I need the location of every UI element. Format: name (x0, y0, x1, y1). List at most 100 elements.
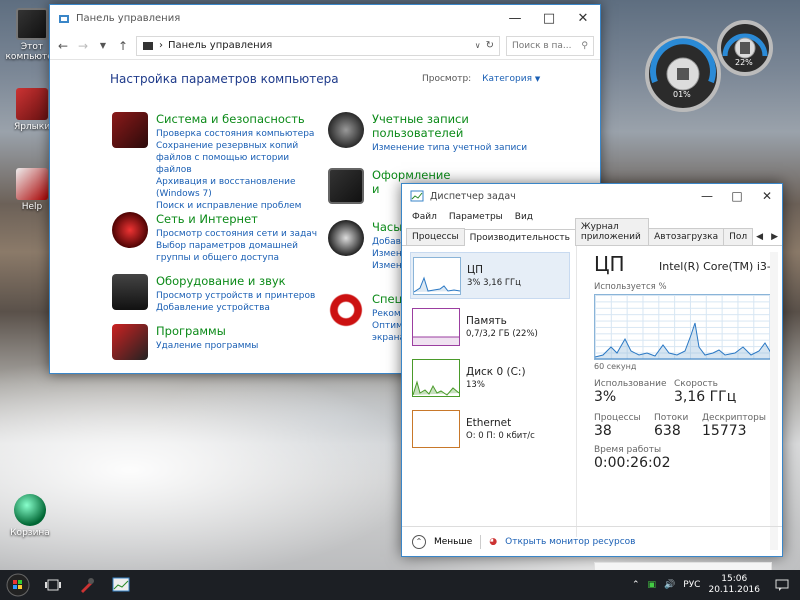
view-by-dropdown[interactable]: Категория (482, 74, 532, 84)
task-manager-window: Диспетчер задач — □ ✕ Файл Параметры Вид… (401, 183, 783, 572)
fewer-details-button[interactable]: Меньше (434, 537, 472, 547)
resource-name: Ethernet (466, 416, 512, 429)
chevron-up-icon[interactable]: ⌃ (632, 580, 640, 590)
cpu-meter-gadget[interactable]: 01% 22% (637, 16, 777, 112)
clock[interactable]: 15:06 20.11.2016 (708, 574, 760, 596)
resource-list: ЦП 3% 3,16 ГГц Память 0,7/3,2 ГБ (22%) Дис… (410, 252, 570, 452)
tab-bar: Процессы Производительность Журнал прило… (402, 218, 782, 246)
panel-divider[interactable] (576, 246, 577, 537)
category-title[interactable]: Оборудование и звук (156, 274, 315, 288)
close-button[interactable]: ✕ (566, 5, 600, 32)
cpu-usage-graph (594, 294, 772, 360)
open-resource-monitor-link[interactable]: Открыть монитор ресурсов (505, 537, 635, 547)
minimize-button[interactable]: — (498, 5, 532, 32)
programs-icon (112, 324, 148, 360)
category-link[interactable]: Выбор параметров домашней группы и общег… (156, 240, 322, 264)
resource-item-memory[interactable]: Память 0,7/3,2 ГБ (22%) (410, 303, 570, 350)
cpu-stats: Использование Скорость 3% 3,16 ГГц (594, 379, 779, 409)
notification-icon (775, 579, 789, 591)
tab-scroll-left-icon[interactable]: ◀ (752, 229, 767, 245)
category-link[interactable]: Поиск и исправление проблем (156, 200, 322, 212)
category-link[interactable]: Просмотр состояния сети и задач (156, 228, 322, 240)
category-link[interactable]: Просмотр устройств и принтеров (156, 290, 315, 302)
handles-label: Дескрипторы (702, 413, 766, 423)
window-title: Панель управления (76, 13, 181, 24)
task-manager-icon (410, 190, 424, 202)
volume-icon[interactable]: 🔊 (664, 580, 675, 590)
input-language[interactable]: РУС (683, 580, 700, 590)
breadcrumb[interactable]: Панель управления (168, 40, 272, 51)
notifications-button[interactable] (768, 570, 796, 600)
task-view-icon (45, 579, 61, 591)
category-link[interactable]: Добавление устройства (156, 302, 315, 314)
category-link[interactable]: Сохранение резервных копий файлов с помо… (156, 140, 322, 176)
resource-name: Диск 0 (C:) (466, 365, 526, 378)
control-panel-titlebar[interactable]: Панель управления — □ ✕ (50, 5, 600, 32)
category-title[interactable]: Система и безопасность (156, 112, 322, 126)
chevron-down-icon[interactable]: ▼ (535, 75, 540, 83)
address-bar[interactable]: › Панель управления ∨ ↻ (136, 35, 500, 56)
taskbar-app-control-panel[interactable] (70, 570, 104, 600)
category-link[interactable]: Архивация и восстановление (Windows 7) (156, 176, 322, 200)
search-input[interactable]: Поиск в па... ⚲ (506, 35, 594, 56)
resource-item-cpu[interactable]: ЦП 3% 3,16 ГГц (410, 252, 570, 299)
category-title[interactable]: Программы (156, 324, 258, 338)
appearance-icon (328, 168, 364, 204)
category-clock: Часы Добав Измен Измен (328, 220, 402, 272)
windows-logo-icon (6, 573, 30, 597)
desktop-icon-label: Корзина (10, 528, 50, 538)
category-appearance: Оформление и (328, 168, 450, 204)
tab-scroll-right-icon[interactable]: ▶ (767, 229, 782, 245)
back-arrow-icon[interactable]: ← (56, 39, 70, 53)
task-manager-footer: ⌃ Меньше ◕ Открыть монитор ресурсов (402, 526, 782, 556)
category-link[interactable]: Удаление программы (156, 340, 258, 352)
search-placeholder: Поиск в па... (512, 40, 572, 51)
menu-options[interactable]: Параметры (449, 212, 503, 222)
category-link[interactable]: Измен (372, 248, 402, 260)
task-manager-icon (112, 577, 130, 592)
close-button[interactable]: ✕ (752, 184, 782, 208)
utilization-label: Использование (594, 379, 667, 389)
task-manager-titlebar[interactable]: Диспетчер задач — □ ✕ (402, 184, 782, 208)
tab-processes[interactable]: Процессы (406, 228, 465, 245)
tab-performance[interactable]: Производительность (463, 229, 576, 246)
speed-value: 3,16 ГГц (674, 389, 737, 405)
performance-panel: ЦП 3% 3,16 ГГц Память 0,7/3,2 ГБ (22%) Дис… (402, 246, 782, 572)
start-button[interactable] (0, 570, 36, 600)
network-icon[interactable]: ▣ (648, 580, 657, 590)
menu-file[interactable]: Файл (412, 212, 437, 222)
category-link[interactable]: Проверка состояния компьютера (156, 128, 322, 140)
taskbar-app-task-manager[interactable] (104, 570, 138, 600)
category-title[interactable]: Учетные записи пользователей (372, 112, 492, 140)
category-network-internet: Сеть и Интернет Просмотр состояния сети … (112, 212, 322, 264)
tab-app-history[interactable]: Журнал приложений (574, 218, 650, 245)
task-view-button[interactable] (36, 570, 70, 600)
category-link[interactable]: Добав (372, 236, 402, 248)
forward-arrow-icon[interactable]: → (76, 39, 90, 53)
chevron-up-icon[interactable]: ⌃ (412, 534, 426, 549)
printer-icon (112, 274, 148, 310)
category-link[interactable]: Измен (372, 260, 402, 272)
tab-startup[interactable]: Автозагрузка (648, 228, 725, 245)
refresh-icon[interactable]: ↻ (486, 40, 494, 51)
minimize-button[interactable]: — (692, 184, 722, 208)
maximize-button[interactable]: □ (722, 184, 752, 208)
desktop-icon-recycle-bin[interactable]: Корзина (0, 494, 60, 538)
category-title[interactable]: Сеть и Интернет (156, 212, 322, 226)
dropdown-chevron-icon[interactable]: ∨ (475, 41, 481, 50)
category-accessibility: Специ Реком Оптим экрана (328, 292, 410, 344)
category-programs: Программы Удаление программы (112, 324, 322, 360)
resource-item-disk[interactable]: Диск 0 (C:) 13% (410, 354, 570, 401)
resource-item-ethernet[interactable]: Ethernet О: 0 П: 0 кбит/с (410, 405, 570, 452)
tab-users[interactable]: Пол (723, 228, 754, 245)
maximize-button[interactable]: □ (532, 5, 566, 32)
menu-view[interactable]: Вид (515, 212, 533, 222)
category-title[interactable]: Часы (372, 220, 402, 234)
chevron-down-icon[interactable]: ▼ (96, 41, 110, 50)
recycle-bin-icon (14, 494, 46, 526)
vertical-scrollbar[interactable] (770, 252, 778, 550)
category-link[interactable]: Изменение типа учетной записи (372, 142, 527, 154)
up-arrow-icon[interactable]: ↑ (116, 39, 130, 53)
handles-value: 15773 (702, 423, 747, 439)
search-icon: ⚲ (581, 40, 588, 51)
